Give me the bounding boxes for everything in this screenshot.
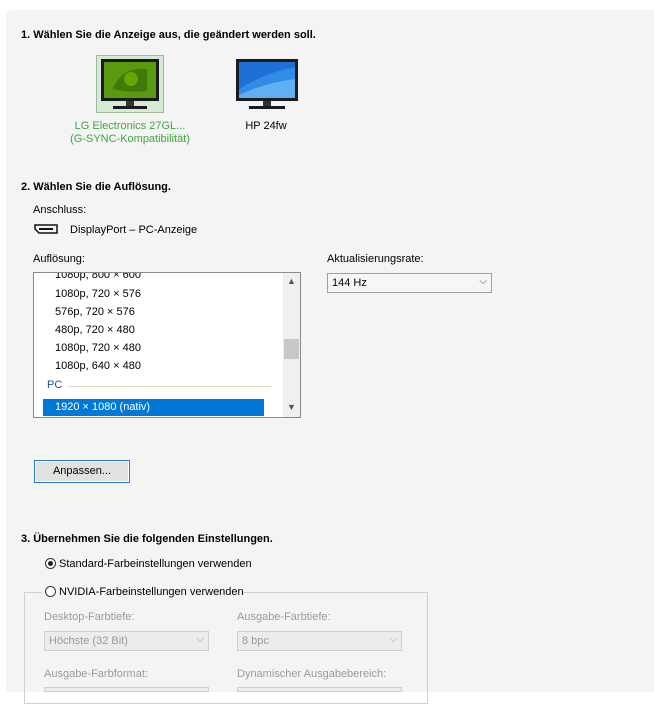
scroll-thumb[interactable] [284, 339, 299, 359]
nvidia-color-label[interactable]: NVIDIA-Farbeinstellungen verwenden [59, 586, 244, 598]
list-item[interactable]: 1080p, 720 × 576 [55, 286, 141, 303]
output-depth-value: 8 bpc [242, 635, 269, 647]
list-item[interactable]: 1080p, 640 × 480 [55, 358, 141, 375]
desktop-depth-label: Desktop-Farbtiefe: [44, 611, 135, 623]
desktop-depth-select[interactable]: Höchste (32 Bit) ⌵ [44, 631, 209, 651]
list-item[interactable]: 480p, 720 × 480 [55, 322, 135, 339]
nvidia-monitor-icon [101, 59, 159, 109]
monitor-lg-tile[interactable] [96, 55, 164, 113]
list-group-pc: PC [47, 379, 63, 391]
section-title-apply: 3. Übernehmen Sie die folgenden Einstell… [21, 533, 273, 545]
displayport-icon [34, 224, 58, 234]
radio-selected-dot [48, 561, 53, 566]
connection-label: Anschluss: [33, 204, 87, 216]
selected-resolution-text: 1920 × 1080 (nativ) [55, 401, 151, 413]
scroll-up-icon[interactable]: ▲ [287, 276, 296, 286]
resolution-scrollbar[interactable]: ▲ ▼ [283, 273, 300, 417]
default-color-radio[interactable] [45, 558, 56, 569]
section-title-select-display: 1. Wählen Sie die Anzeige aus, die geänd… [21, 29, 316, 41]
resolution-label: Auflösung: [33, 253, 85, 265]
customize-button[interactable]: Anpassen... [34, 460, 130, 483]
monitor-lg-label[interactable]: LG Electronics 27GL... (G-SYNC-Kompatibi… [60, 120, 200, 146]
dynamic-range-label: Dynamischer Ausgabebereich: [237, 668, 387, 680]
list-item[interactable]: 1080p, 720 × 480 [55, 340, 141, 357]
output-depth-label: Ausgabe-Farbtiefe: [237, 611, 331, 623]
output-format-select[interactable] [44, 687, 209, 692]
output-depth-select[interactable]: 8 bpc ⌵ [237, 631, 402, 651]
chevron-down-icon: ⌵ [389, 634, 397, 645]
chevron-down-icon: ⌵ [479, 276, 487, 287]
output-format-label: Ausgabe-Farbformat: [44, 668, 148, 680]
monitor-hp-tile[interactable] [234, 59, 300, 113]
list-item[interactable]: 1080p, 800 × 600 [55, 273, 141, 284]
monitor-hp-name[interactable]: HP 24fw [226, 120, 306, 132]
group-divider [68, 386, 271, 387]
dynamic-range-select[interactable] [237, 687, 402, 692]
list-item-selected[interactable]: 1920 × 1080 (nativ) [43, 399, 264, 416]
chevron-down-icon: ⌵ [196, 634, 204, 645]
refresh-rate-select[interactable]: 144 Hz ⌵ [327, 273, 492, 293]
connection-value: DisplayPort – PC-Anzeige [70, 224, 198, 236]
refresh-rate-value: 144 Hz [332, 277, 367, 289]
refresh-rate-label: Aktualisierungsrate: [327, 253, 424, 265]
default-color-label[interactable]: Standard-Farbeinstellungen verwenden [59, 558, 252, 570]
scroll-down-icon[interactable]: ▼ [287, 402, 296, 412]
monitor-lg-name: LG Electronics 27GL... [74, 120, 186, 132]
monitor-lg-sub: (G-SYNC-Kompatibilität) [70, 133, 190, 145]
desktop-depth-value: Höchste (32 Bit) [49, 635, 128, 647]
resolution-listbox[interactable]: 1080p, 800 × 600 1080p, 720 × 576 576p, … [33, 272, 301, 418]
list-item[interactable]: 576p, 720 × 576 [55, 304, 135, 321]
windows-monitor-icon [236, 59, 298, 109]
nvidia-color-radio[interactable] [45, 586, 56, 597]
section-title-resolution: 2. Wählen Sie die Auflösung. [21, 181, 171, 193]
